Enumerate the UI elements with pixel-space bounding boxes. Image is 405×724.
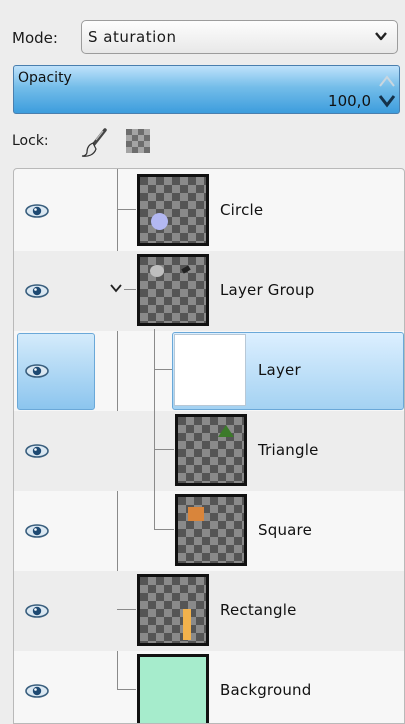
checkerboard-icon[interactable]	[126, 129, 150, 153]
layer-thumbnail	[137, 254, 209, 326]
group-preview-shape	[181, 265, 191, 274]
paintbrush-icon[interactable]	[81, 128, 109, 158]
group-preview-shape	[150, 265, 164, 277]
layer-name: Square	[258, 521, 313, 539]
triangle-shape	[218, 425, 234, 437]
lock-label: Lock:	[12, 133, 49, 149]
layer-thumbnail	[174, 334, 246, 406]
tree-line	[117, 609, 136, 610]
rectangle-shape	[183, 609, 191, 640]
layer-name: Circle	[220, 201, 264, 219]
layer-name: Layer Group	[220, 281, 315, 299]
layer-row-layer-group[interactable]: Layer Group	[14, 251, 404, 331]
layers-list: Circle Layer Group Layer Triangle Square…	[13, 168, 405, 724]
layer-name: Rectangle	[220, 601, 297, 619]
eye-icon[interactable]	[24, 283, 50, 299]
tree-line	[154, 491, 155, 529]
layer-row-layer[interactable]: Layer	[14, 331, 404, 411]
mode-row: Mode: S aturation	[0, 0, 405, 60]
layer-thumbnail	[175, 414, 247, 486]
opacity-slider[interactable]: Opacity 100,0	[13, 65, 400, 114]
layer-thumbnail	[137, 574, 209, 646]
eye-icon[interactable]	[24, 363, 50, 379]
layer-thumbnail	[137, 174, 209, 246]
square-shape	[188, 507, 204, 521]
tree-line	[154, 369, 172, 370]
opacity-value: 100,0	[328, 92, 371, 110]
spin-arrows-icon[interactable]	[375, 66, 399, 113]
eye-icon[interactable]	[24, 603, 50, 619]
layer-name: Layer	[258, 361, 301, 379]
layer-row-square[interactable]: Square	[14, 491, 404, 571]
layer-row-circle[interactable]: Circle	[14, 171, 404, 251]
tree-line	[154, 331, 155, 411]
layer-name: Triangle	[258, 441, 319, 459]
mode-dropdown[interactable]: S aturation	[81, 20, 398, 54]
tree-line	[154, 529, 174, 530]
layer-thumbnail	[175, 494, 247, 566]
tree-line	[124, 289, 136, 290]
eye-icon[interactable]	[24, 203, 50, 219]
layer-row-triangle[interactable]: Triangle	[14, 411, 404, 491]
layer-row-background[interactable]: Background	[14, 651, 404, 723]
eye-icon[interactable]	[24, 443, 50, 459]
tree-line	[154, 449, 174, 450]
mode-value: S aturation	[88, 28, 177, 46]
chevron-down-icon	[375, 32, 387, 41]
chevron-down-icon[interactable]	[109, 281, 123, 295]
opacity-label: Opacity	[18, 70, 72, 86]
tree-line	[154, 411, 155, 491]
eye-icon[interactable]	[24, 683, 50, 699]
circle-shape	[151, 213, 168, 230]
tree-line	[117, 209, 136, 210]
mode-label: Mode:	[12, 29, 58, 47]
layer-thumbnail	[137, 654, 209, 723]
lock-row: Lock:	[0, 118, 405, 166]
layer-row-rectangle[interactable]: Rectangle	[14, 571, 404, 651]
eye-icon[interactable]	[24, 523, 50, 539]
layer-name: Background	[220, 681, 312, 699]
